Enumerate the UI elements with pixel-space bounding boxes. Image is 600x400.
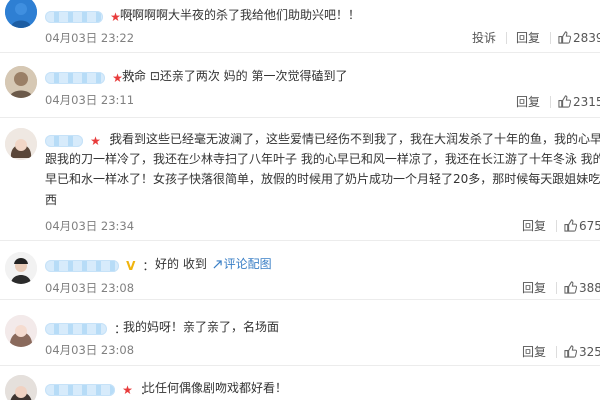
thumbs-up-icon xyxy=(558,95,571,108)
avatar[interactable] xyxy=(5,375,37,400)
divider xyxy=(556,346,557,358)
image-link-icon xyxy=(213,260,222,269)
reply-button[interactable]: 回复 xyxy=(516,94,540,110)
like-count: 2315 xyxy=(573,95,600,109)
thumbs-up-icon xyxy=(564,281,577,294)
avatar[interactable] xyxy=(5,0,37,28)
report-button[interactable]: 投诉 xyxy=(472,30,496,46)
comment-text-line: 西 xyxy=(45,193,58,207)
username-blurred[interactable] xyxy=(45,134,83,147)
comment-item: ★ ： 比任何偶像剧吻戏都好看！ xyxy=(0,370,600,400)
comment-text-line: 跟我的刀一样冷了，我还在少林寺扫了八年叶子 我的心早已和风一样凉了，我还在长江游… xyxy=(45,152,600,166)
username-blurred[interactable] xyxy=(45,71,105,84)
like-count: 2839 xyxy=(573,31,600,45)
divider xyxy=(556,282,557,294)
like-button[interactable]: 2839 xyxy=(558,30,600,46)
reply-button[interactable]: 回复 xyxy=(522,344,546,360)
comment-text-line: 我看到这些已经毫无波澜了，这些爱情已经伤不到我了，我在大润发杀了十年的鱼，我的心… xyxy=(110,132,600,146)
avatar[interactable] xyxy=(5,315,37,347)
comment-text: 啊啊啊啊大半夜的杀了我给他们助助兴吧！！ xyxy=(120,8,361,22)
like-count: 675 xyxy=(579,219,600,233)
comment-time: 04月03日 23:08 xyxy=(45,281,135,295)
comment-text-body: 好的 收到 xyxy=(155,257,207,271)
thumbs-up-icon xyxy=(558,31,571,44)
username-blurred[interactable] xyxy=(45,10,103,23)
comment-text-line: 早已和水一样冰了！女孩子快落很简单，放假的时候用了奶片成功一个月轻了20多，那时… xyxy=(45,172,600,186)
comment-header: ： xyxy=(45,318,130,336)
comment-time: 04月03日 23:11 xyxy=(45,93,135,107)
comment-text: 我的妈呀！亲了亲了，名场面 xyxy=(123,320,280,334)
username-blurred[interactable] xyxy=(45,259,119,272)
username-blurred[interactable] xyxy=(45,383,115,396)
star-badge-icon: ★ xyxy=(90,133,101,148)
thumbs-up-icon xyxy=(564,219,577,232)
comment-item: ★ ： 我看到这些已经毫无波澜了，这些爱情已经伤不到我了，我在大润发杀了十年的鱼… xyxy=(0,120,600,241)
reply-button[interactable]: 回复 xyxy=(516,30,540,46)
comment-header: V ： xyxy=(45,255,159,273)
comment-item: ★ ： 啊啊啊啊大半夜的杀了我给他们助助兴吧！！ 04月03日 23:22 投诉… xyxy=(0,0,600,53)
thumbs-up-icon xyxy=(564,345,577,358)
comment-header: ★ ： xyxy=(45,379,156,397)
like-button[interactable]: 675 xyxy=(564,218,600,234)
star-badge-icon: ★ xyxy=(122,382,133,397)
comment-text: 好的 收到 评论配图 xyxy=(155,255,272,273)
avatar[interactable] xyxy=(5,252,37,284)
like-button[interactable]: 325 xyxy=(564,344,600,360)
reply-button[interactable]: 回复 xyxy=(522,218,546,234)
like-count: 325 xyxy=(579,345,600,359)
colon-separator: ： xyxy=(142,258,155,273)
divider xyxy=(550,96,551,108)
like-count: 388 xyxy=(579,281,600,295)
comment-time: 04月03日 23:34 xyxy=(45,219,135,233)
comment-item: ： 我的妈呀！亲了亲了，名场面 04月03日 23:08 回复 325 xyxy=(0,303,600,366)
comment-time: 04月03日 23:08 xyxy=(45,343,135,357)
image-link[interactable]: 评论配图 xyxy=(224,257,272,271)
comment-item: V ： 好的 收到 评论配图 04月03日 23:08 回复 388 xyxy=(0,243,600,300)
divider xyxy=(550,32,551,44)
comment-item: ★ ： 救命 ⊡还亲了两次 妈的 第一次觉得磕到了 04月03日 23:11 回… xyxy=(0,57,600,118)
reply-button[interactable]: 回复 xyxy=(522,280,546,296)
username-blurred[interactable] xyxy=(45,322,107,335)
comment-text: 救命 ⊡还亲了两次 妈的 第一次觉得磕到了 xyxy=(122,69,348,83)
like-button[interactable]: 2315 xyxy=(558,94,600,110)
comment-list: ★ ： 啊啊啊啊大半夜的杀了我给他们助助兴吧！！ 04月03日 23:22 投诉… xyxy=(0,0,600,400)
avatar[interactable] xyxy=(5,66,37,98)
avatar[interactable] xyxy=(5,128,37,160)
verified-badge-icon: V xyxy=(126,258,136,273)
comment-time: 04月03日 23:22 xyxy=(45,31,135,45)
divider xyxy=(506,32,507,44)
comment-text: 比任何偶像剧吻戏都好看！ xyxy=(143,381,288,395)
like-button[interactable]: 388 xyxy=(564,280,600,296)
divider xyxy=(556,220,557,232)
